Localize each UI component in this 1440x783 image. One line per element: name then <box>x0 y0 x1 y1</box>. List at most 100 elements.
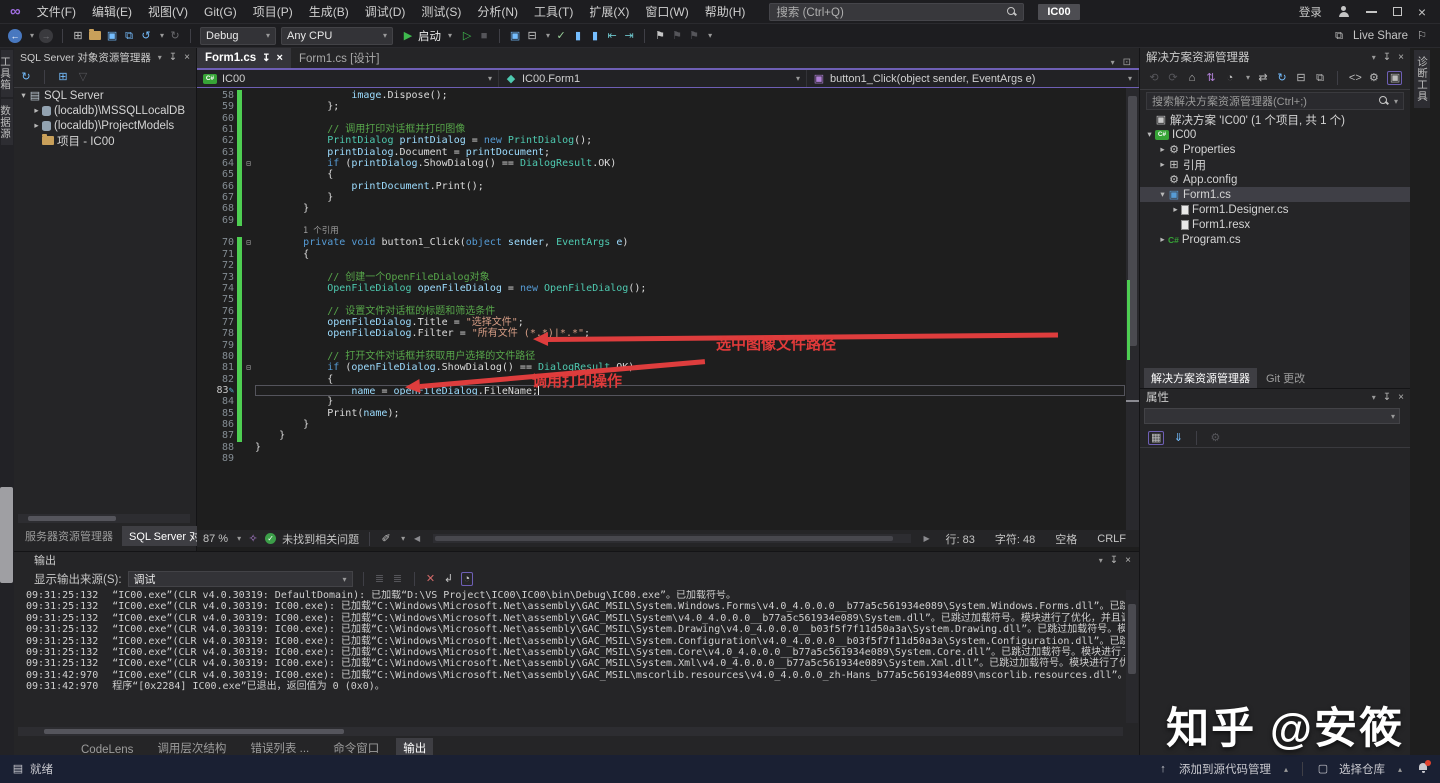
start-debug-button[interactable]: ▶ 启动 ▾ <box>398 28 456 44</box>
timestamp-icon[interactable]: ◔ <box>461 572 474 586</box>
feedback-icon[interactable]: ⚐ <box>1416 30 1428 42</box>
breadcrumb-class[interactable]: ◆ IC00.Form1 ▾ <box>499 70 807 87</box>
output-source-dropdown[interactable]: 调试 ▾ <box>128 571 353 587</box>
tree-item[interactable]: ▸(localdb)\MSSQLLocalDB <box>14 103 196 118</box>
code-line-84[interactable]: 84 } <box>197 396 1139 407</box>
code-line-86[interactable]: 86 } <box>197 419 1139 430</box>
pending-changes-icon[interactable]: ◔ <box>1224 72 1236 84</box>
tree-item[interactable]: ⚙App.config <box>1140 172 1410 187</box>
stop-icon[interactable]: ■ <box>478 30 490 42</box>
tab-form1-cs[interactable]: Form1.cs ↧ × <box>197 48 291 68</box>
close-icon[interactable]: × <box>1398 52 1404 63</box>
code-line-67[interactable]: 67 } <box>197 192 1139 203</box>
zoom-dropdown-icon[interactable]: ▾ <box>237 534 241 543</box>
next-bookmark-icon[interactable]: ⚑ <box>688 30 700 42</box>
code-view-icon[interactable]: <> <box>1349 72 1361 84</box>
fold-collapse-icon[interactable]: ⊟ <box>242 362 255 373</box>
code-line-65[interactable]: 65 { <box>197 169 1139 180</box>
new-project-icon[interactable]: ⊞ <box>72 30 84 42</box>
pin-icon[interactable]: ↧ <box>1383 52 1391 63</box>
pin-icon[interactable]: ↧ <box>1110 555 1118 566</box>
minimize-button[interactable] <box>1366 11 1377 13</box>
menu-item[interactable]: 分析(N) <box>469 3 526 20</box>
autohide-scroll-strip[interactable] <box>0 487 13 583</box>
hscroll-right-icon[interactable]: ▶ <box>921 533 933 545</box>
panel-menu-icon[interactable]: ▾ <box>1372 393 1376 402</box>
tab-form1-design[interactable]: Form1.cs [设计] <box>291 48 388 68</box>
refresh-icon[interactable]: ↻ <box>20 71 32 83</box>
pin-icon[interactable]: ↧ <box>262 53 270 64</box>
zoom-level-dropdown[interactable]: 87 % <box>203 533 228 545</box>
restore-button[interactable] <box>1393 7 1402 16</box>
editor-hscrollbar[interactable] <box>433 534 910 543</box>
prev-bookmark-icon[interactable]: ⚑ <box>671 30 683 42</box>
code-line-58[interactable]: 58 image.Dispose(); <box>197 90 1139 101</box>
code-line-87[interactable]: 87 } <box>197 430 1139 441</box>
code-line-74[interactable]: 74 OpenFileDialog openFileDialog = new O… <box>197 283 1139 294</box>
sync-icon[interactable]: ⇄ <box>1257 72 1269 84</box>
tree-item[interactable]: 项目 - IC00 <box>14 133 196 148</box>
add-to-source-control-button[interactable]: 添加到源代码管理 <box>1179 761 1271 777</box>
code-line-71[interactable]: 71 { <box>197 249 1139 260</box>
project-badge[interactable]: IC00 <box>1038 4 1079 20</box>
filter-icon[interactable]: ▽ <box>77 71 89 83</box>
code-line-77[interactable]: 77 openFileDialog.Title = "选择文件"; <box>197 317 1139 328</box>
unindent-icon[interactable]: ⇤ <box>606 30 618 42</box>
menu-item[interactable]: 工具(T) <box>526 3 581 20</box>
tree-item[interactable]: ▸⚙Properties <box>1140 142 1410 157</box>
code-line-72[interactable]: 72 <box>197 260 1139 271</box>
code-line-85[interactable]: 85 Print(name); <box>197 408 1139 419</box>
forward-icon[interactable]: ⟳ <box>1167 72 1179 84</box>
code-line-60[interactable]: 60 <box>197 113 1139 124</box>
navigate-forward-icon[interactable]: → <box>39 29 53 43</box>
menu-item[interactable]: 窗口(W) <box>637 3 696 20</box>
bookmark-icon[interactable]: ⚑ <box>654 30 666 42</box>
output-log[interactable]: 09:31:25:132“IC00.exe”(CLR v4.0.30319: D… <box>14 590 1125 723</box>
code-line-83[interactable]: 83✎ name = openFileDialog.FileName; <box>197 385 1139 396</box>
tree-item[interactable]: ▾C#IC00 <box>1140 127 1410 142</box>
code-line-82[interactable]: 82 { <box>197 374 1139 385</box>
code-line-88[interactable]: 88} <box>197 442 1139 453</box>
close-icon[interactable]: × <box>184 52 190 63</box>
code-line-59[interactable]: 59 }; <box>197 101 1139 112</box>
redo-icon[interactable]: ↻ <box>169 30 181 42</box>
code-line-70[interactable]: 70⊟ private void button1_Click(object se… <box>197 237 1139 248</box>
code-line-89[interactable]: 89 <box>197 453 1139 464</box>
navigate-back-icon[interactable]: ← <box>8 29 22 43</box>
breadcrumb-project[interactable]: C# IC00 ▾ <box>197 70 499 87</box>
lightbulb-icon[interactable]: ✧ <box>247 533 259 545</box>
menu-item[interactable]: 调试(D) <box>357 3 414 20</box>
solution-search-box[interactable]: 搜索解决方案资源管理器(Ctrl+;) ▾ <box>1146 92 1404 110</box>
menu-item[interactable]: 编辑(E) <box>84 3 140 20</box>
panel-menu-icon[interactable]: ▾ <box>1372 53 1376 62</box>
word-wrap-icon[interactable]: ↲ <box>443 573 455 585</box>
output-hscrollbar[interactable] <box>18 727 1123 736</box>
fold-collapse-icon[interactable]: ⊟ <box>242 237 255 248</box>
pin-icon[interactable]: ↧ <box>169 52 177 63</box>
tree-item[interactable]: ▸⊞引用 <box>1140 157 1410 172</box>
tab-server-explorer[interactable]: 服务器资源管理器 <box>18 526 120 546</box>
menu-item[interactable]: 测试(S) <box>413 3 469 20</box>
menu-item[interactable]: 文件(F) <box>29 3 84 20</box>
panel-menu-icon[interactable]: ▾ <box>1099 556 1103 565</box>
preview-selected-icon[interactable]: ▣ <box>1387 71 1402 85</box>
code-line-79[interactable]: 79 <box>197 340 1139 351</box>
panel-menu-icon[interactable]: ▾ <box>158 53 162 62</box>
property-pages-icon[interactable]: ⚙ <box>1209 432 1221 444</box>
clear-all-icon[interactable]: ✕ <box>425 573 437 585</box>
indent-mode[interactable]: 空格 <box>1048 531 1084 547</box>
tool-window-tab[interactable]: 工具箱 <box>1 50 13 97</box>
save-all-icon[interactable]: ⧉ <box>123 30 135 42</box>
properties-icon[interactable]: ⚙ <box>1368 72 1380 84</box>
platform-dropdown[interactable]: Any CPU▾ <box>281 27 393 45</box>
tab-solution-explorer[interactable]: 解决方案资源管理器 <box>1144 368 1257 388</box>
tree-item[interactable]: Form1.resx <box>1140 217 1410 232</box>
user-icon[interactable] <box>1338 6 1350 18</box>
start-without-debug-icon[interactable]: ▷ <box>461 30 473 42</box>
spell-check-icon[interactable]: ✓ <box>555 30 567 42</box>
notifications-button[interactable] <box>1418 763 1428 775</box>
code-line-76[interactable]: 76 // 设置文件对话框的标题和筛选条件 <box>197 306 1139 317</box>
preview-window-icon[interactable]: ▣ <box>509 30 521 42</box>
switch-views-icon[interactable]: ⇅ <box>1205 72 1217 84</box>
menu-item[interactable]: 生成(B) <box>301 3 357 20</box>
